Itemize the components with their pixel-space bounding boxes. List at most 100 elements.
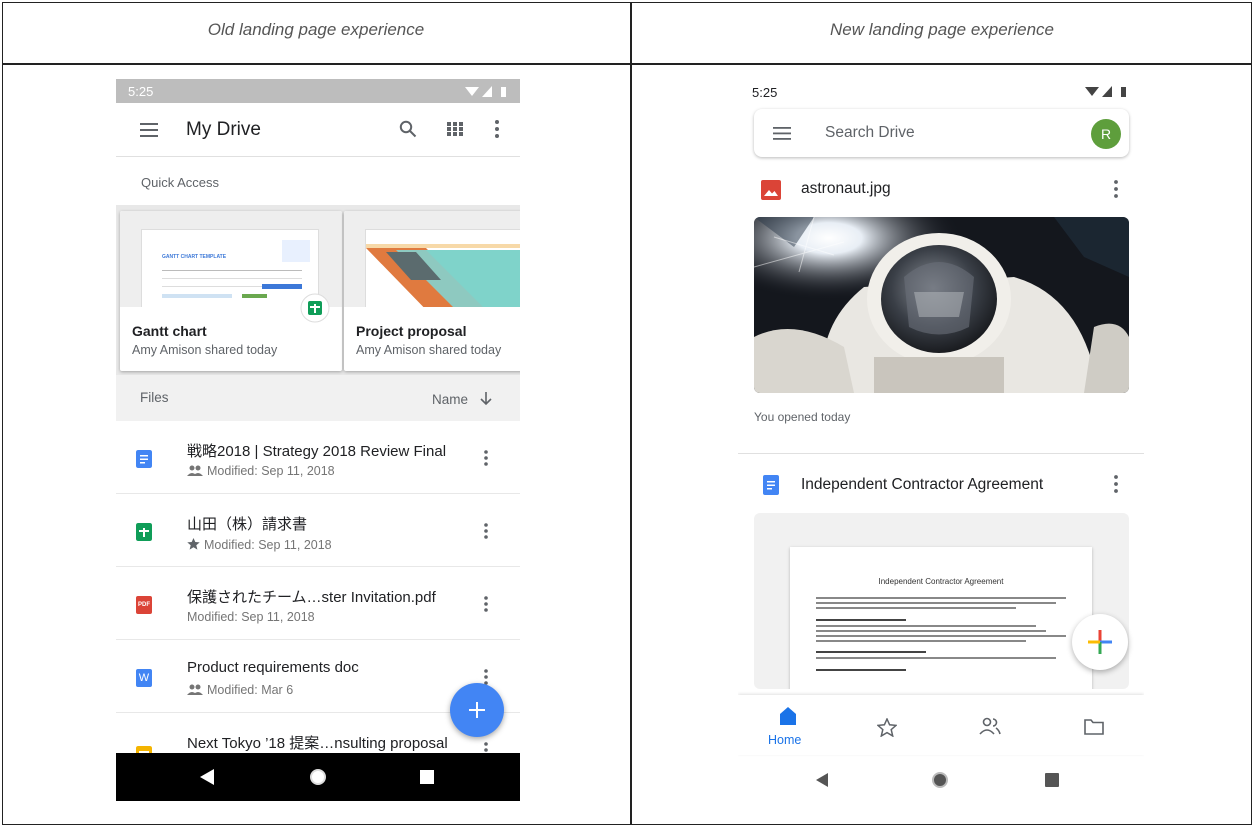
folder-icon[interactable] — [1084, 719, 1104, 735]
file-subtitle: Modified: Sep 11, 2018 — [187, 464, 335, 478]
column-divider — [630, 2, 632, 825]
signal-battery-icon — [1085, 86, 1126, 97]
doc-text-line — [816, 657, 1056, 659]
file-modified: Modified: Sep 11, 2018 — [204, 538, 332, 552]
more-options-icon[interactable] — [1114, 475, 1118, 493]
recents-icon[interactable] — [420, 770, 434, 784]
file-title: Next Tokyo ’18 提案…nsulting proposal — [187, 735, 448, 752]
new-file-fab[interactable] — [450, 683, 504, 737]
system-nav-bar — [116, 753, 520, 801]
file-title: 保護されたチーム…ster Invitation.pdf — [187, 589, 436, 606]
file-modified: Modified: Sep 11, 2018 — [187, 610, 315, 624]
sort-by-name-button[interactable]: Name — [432, 390, 492, 407]
quick-access-card-gantt[interactable]: GANTT CHART TEMPLATE Gantt chart Amy Ami… — [120, 211, 342, 371]
nav-label-home: Home — [768, 733, 802, 747]
old-phone-screen: 5:25 My Drive Quick Access GANTT CHART T… — [116, 79, 520, 801]
search-input[interactable]: Search Drive — [825, 124, 915, 142]
document-page: Independent Contractor Agreement — [790, 547, 1092, 689]
search-icon[interactable] — [399, 120, 417, 138]
more-options-icon[interactable] — [484, 596, 488, 612]
astronaut-photo — [754, 217, 1129, 393]
menu-icon[interactable] — [140, 123, 158, 137]
new-phone-screen: 5:25 Search Drive R astronaut.jpg You op… — [738, 79, 1144, 801]
card-caption: You opened today — [754, 410, 851, 424]
file-title: 山田（株）請求書 — [187, 516, 308, 533]
file-subtitle: Modified: Mar 6 — [187, 683, 293, 697]
sheets-icon — [136, 523, 152, 541]
star-icon — [187, 538, 200, 550]
avatar[interactable]: R — [1091, 119, 1121, 149]
doc-text-line — [816, 669, 906, 671]
astronaut-preview[interactable] — [754, 217, 1129, 393]
quick-access-subtitle: Amy Amison shared today — [132, 343, 278, 357]
top-app-bar: My Drive — [116, 103, 520, 157]
signal-battery-icon — [465, 86, 506, 97]
back-icon[interactable] — [816, 773, 828, 787]
gantt-thumb-heading: GANTT CHART TEMPLATE — [162, 254, 227, 260]
quick-access-label: Quick Access — [141, 175, 220, 190]
status-bar: 5:25 — [116, 79, 520, 103]
quick-access-name: Gantt chart — [132, 323, 207, 339]
file-modified: Modified: Sep 11, 2018 — [207, 464, 335, 478]
quick-access-name: Project proposal — [356, 323, 467, 339]
plus-icon — [1088, 630, 1112, 654]
doc-text-line — [816, 607, 1016, 609]
shared-icon — [187, 465, 203, 476]
home-button-icon[interactable] — [309, 768, 327, 786]
card-title[interactable]: astronaut.jpg — [801, 180, 891, 198]
pdf-icon: PDF — [136, 596, 152, 614]
status-time: 5:25 — [752, 85, 778, 100]
doc-text-line — [816, 635, 1066, 637]
doc-text-line — [816, 619, 906, 621]
quick-access-card-proposal[interactable]: Project proposal Amy Amison shared today — [344, 211, 520, 371]
arrow-down-icon — [480, 392, 492, 406]
home-icon — [780, 707, 796, 725]
status-time: 5:25 — [128, 84, 154, 99]
shared-icon[interactable] — [979, 717, 1001, 735]
file-row[interactable]: PDF 保護されたチーム…ster Invitation.pdf Modifie… — [116, 568, 520, 640]
more-options-icon[interactable] — [484, 669, 488, 685]
quick-access-subtitle: Amy Amison shared today — [356, 343, 502, 357]
files-header: Files Name — [116, 375, 520, 421]
document-heading: Independent Contractor Agreement — [878, 577, 1004, 586]
file-modified: Modified: Mar 6 — [207, 683, 294, 697]
doc-text-line — [816, 640, 1026, 642]
more-options-icon[interactable] — [484, 450, 488, 466]
sheets-icon — [300, 293, 330, 323]
home-button-icon[interactable] — [931, 771, 949, 789]
system-nav-bar — [738, 759, 1144, 801]
sort-label: Name — [432, 392, 469, 407]
menu-icon[interactable] — [773, 127, 791, 140]
doc-text-line — [816, 602, 1056, 604]
doc-text-line — [816, 597, 1066, 599]
recents-icon[interactable] — [1045, 773, 1059, 787]
bottom-navigation: Home — [738, 695, 1144, 755]
header-divider — [2, 63, 1252, 65]
image-file-icon — [761, 180, 781, 200]
files-label: Files — [140, 390, 169, 405]
doc-text-line — [816, 651, 926, 653]
card-title[interactable]: Independent Contractor Agreement — [801, 476, 1043, 494]
more-options-icon[interactable] — [484, 523, 488, 539]
page-title: My Drive — [186, 119, 261, 140]
new-column-title: New landing page experience — [830, 20, 1054, 39]
new-file-fab[interactable] — [1072, 614, 1128, 670]
card-divider — [738, 453, 1144, 454]
shared-icon — [187, 684, 203, 695]
back-icon[interactable] — [200, 769, 214, 785]
docs-icon — [763, 475, 779, 495]
star-icon[interactable] — [877, 718, 897, 737]
grid-view-icon[interactable] — [447, 122, 463, 136]
docs-icon — [136, 450, 152, 468]
file-row[interactable]: 戦略2018 | Strategy 2018 Review Final Modi… — [116, 422, 520, 494]
document-preview[interactable]: Independent Contractor Agreement — [754, 513, 1129, 689]
doc-text-line — [816, 625, 1036, 627]
proposal-thumbnail — [344, 211, 520, 307]
search-bar[interactable]: Search Drive R — [754, 109, 1129, 157]
file-row[interactable]: 山田（株）請求書 Modified: Sep 11, 2018 — [116, 495, 520, 567]
doc-text-line — [816, 630, 1046, 632]
more-options-icon[interactable] — [495, 120, 499, 138]
more-options-icon[interactable] — [1114, 180, 1118, 198]
word-icon: W — [136, 669, 152, 687]
file-subtitle: Modified: Sep 11, 2018 — [187, 537, 332, 552]
